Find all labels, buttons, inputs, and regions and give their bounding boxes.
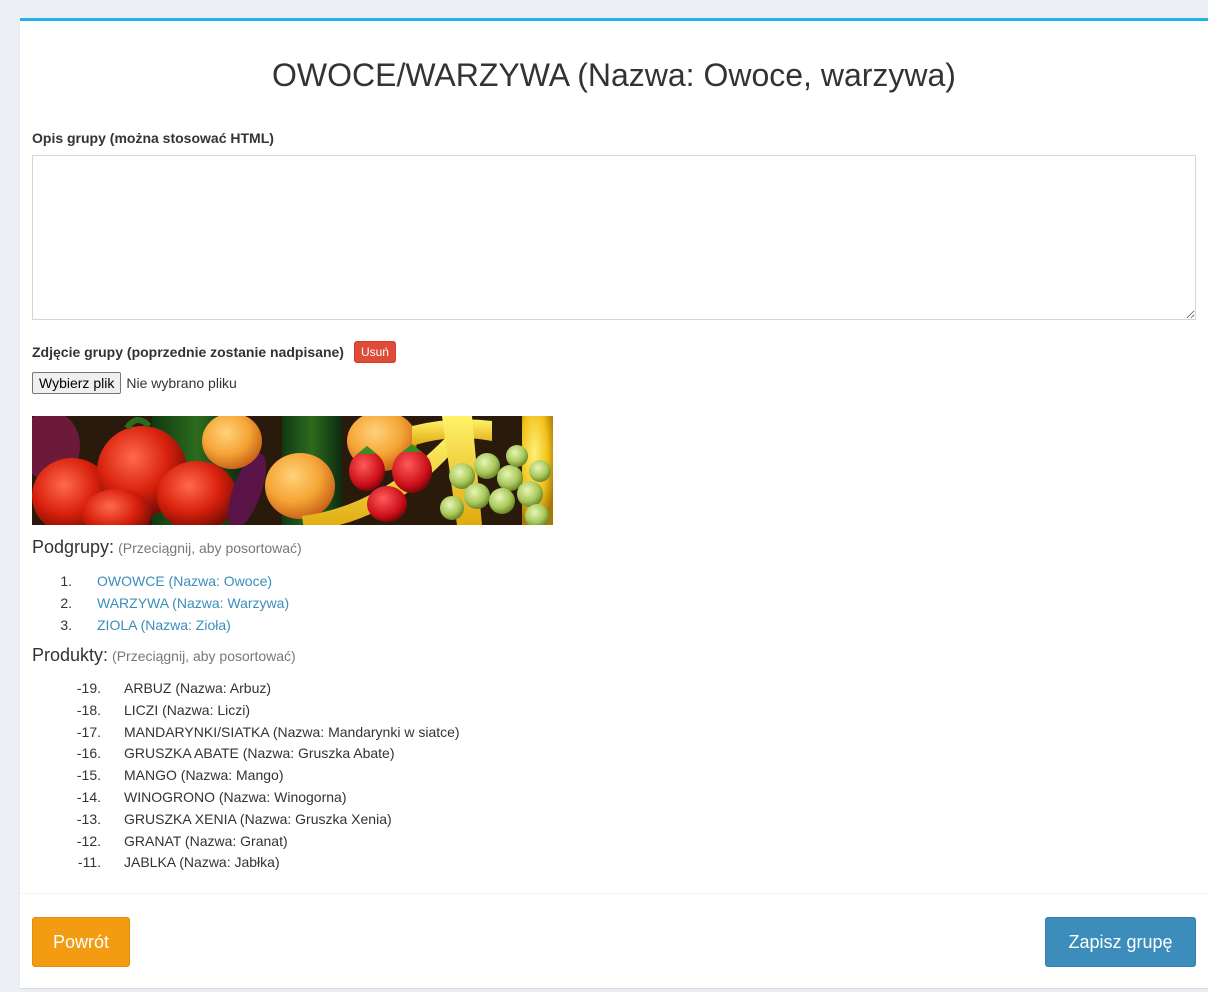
photo-label-row: Zdjęcie grupy (poprzednie zostanie nadpi… (32, 341, 396, 363)
description-label: Opis grupy (można stosować HTML) (32, 130, 274, 146)
subgroups-heading: Podgrupy: (Przeciągnij, aby posortować) (32, 537, 302, 558)
product-label: WINOGRONO (Nazwa: Winogorna) (124, 788, 347, 805)
product-number: -19. (76, 680, 101, 696)
product-number: -16. (76, 745, 101, 762)
page-title: OWOCE/WARZYWA (Nazwa: Owoce, warzywa) (272, 57, 956, 93)
subgroups-heading-label: Podgrupy: (32, 537, 115, 557)
product-item[interactable]: -19. ARBUZ (Nazwa: Arbuz) (32, 678, 460, 700)
product-item[interactable]: -17. MANDARYNKI/SIATKA (Nazwa: Mandarynk… (32, 722, 460, 744)
product-item[interactable]: -13. GRUSZKA XENIA (Nazwa: Gruszka Xenia… (32, 809, 460, 831)
save-group-button[interactable]: Zapisz grupę (1045, 917, 1196, 967)
product-label: GRANAT (Nazwa: Granat) (124, 832, 288, 849)
form-footer: Powrót Zapisz grupę (20, 893, 1208, 992)
subgroup-link[interactable]: WARZYWA (Nazwa: Warzywa) (97, 592, 289, 614)
description-textarea[interactable] (32, 155, 1196, 320)
subgroup-item[interactable]: 1. OWOWCE (Nazwa: Owoce) (32, 570, 289, 592)
product-number: -17. (76, 723, 101, 740)
product-label: ARBUZ (Nazwa: Arbuz) (124, 680, 272, 696)
products-list: -19. ARBUZ (Nazwa: Arbuz) -18. LICZI (Na… (32, 678, 460, 874)
product-item[interactable]: -11. JABLKA (Nazwa: Jabłka) (32, 852, 460, 874)
subgroup-number: 1. (60, 573, 72, 589)
product-number: -15. (76, 767, 101, 784)
subgroup-number: 3. (60, 617, 72, 633)
delete-photo-button[interactable]: Usuń (353, 341, 396, 363)
product-number: -11. (77, 854, 101, 871)
group-photo (32, 416, 553, 525)
product-item[interactable]: -16. GRUSZKA ABATE (Nazwa: Gruszka Abate… (32, 743, 460, 765)
product-label: MANDARYNKI/SIATKA (Nazwa: Mandarynki w s… (124, 723, 460, 740)
subgroups-list: 1. OWOWCE (Nazwa: Owoce) 2. WARZYWA (Naz… (32, 570, 289, 636)
file-status-text: Nie wybrano pliku (126, 375, 237, 391)
subgroup-link[interactable]: OWOWCE (Nazwa: Owoce) (97, 570, 272, 592)
product-item[interactable]: -12. GRANAT (Nazwa: Granat) (32, 831, 460, 853)
products-sort-hint: (Przeciągnij, aby posortować) (112, 648, 296, 664)
subgroup-item[interactable]: 2. WARZYWA (Nazwa: Warzywa) (32, 592, 289, 614)
product-item[interactable]: -18. LICZI (Nazwa: Liczi) (32, 700, 460, 722)
photo-label: Zdjęcie grupy (poprzednie zostanie nadpi… (32, 344, 344, 360)
subgroup-number: 2. (60, 595, 72, 611)
product-label: LICZI (Nazwa: Liczi) (124, 701, 251, 718)
subgroup-item[interactable]: 3. ZIOLA (Nazwa: Zioła) (32, 614, 289, 636)
choose-file-button[interactable]: Wybierz plik (32, 372, 122, 394)
product-number: -18. (76, 701, 101, 718)
back-button[interactable]: Powrót (32, 917, 130, 967)
product-label: GRUSZKA ABATE (Nazwa: Gruszka Abate) (124, 745, 395, 762)
products-heading-label: Produkty: (32, 645, 109, 665)
product-label: GRUSZKA XENIA (Nazwa: Gruszka Xenia) (124, 810, 392, 827)
product-item[interactable]: -14. WINOGRONO (Nazwa: Winogorna) (32, 787, 460, 809)
subgroup-link[interactable]: ZIOLA (Nazwa: Zioła) (97, 614, 231, 636)
products-heading: Produkty: (Przeciągnij, aby posortować) (32, 645, 296, 666)
product-number: -12. (76, 832, 101, 849)
product-label: MANGO (Nazwa: Mango) (124, 767, 284, 784)
product-label: JABLKA (Nazwa: Jabłka) (124, 854, 280, 871)
group-edit-panel: OWOCE/WARZYWA (Nazwa: Owoce, warzywa) Op… (20, 18, 1208, 988)
product-number: -14. (76, 788, 101, 805)
product-number: -13. (76, 810, 101, 827)
file-input[interactable]: Wybierz plik Nie wybrano pliku (32, 372, 237, 394)
subgroups-sort-hint: (Przeciągnij, aby posortować) (118, 540, 302, 556)
product-item[interactable]: -15. MANGO (Nazwa: Mango) (32, 765, 460, 787)
